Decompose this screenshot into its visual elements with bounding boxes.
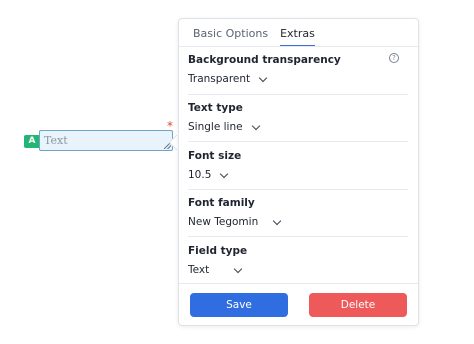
chevron-down-icon (220, 169, 229, 178)
chevron-down-icon (272, 216, 282, 225)
font-size-label: Font size (188, 150, 242, 162)
text-type-select[interactable]: Single line (188, 120, 408, 134)
chevron-down-icon (258, 73, 268, 82)
panel-tabs: Basic Options Extras (193, 27, 315, 47)
chevron-down-icon (251, 121, 260, 130)
font-family-value: New Tegomin (188, 216, 259, 228)
tab-extras[interactable]: Extras (280, 27, 315, 47)
background-transparency-select[interactable]: Transparent (188, 72, 408, 86)
field-badge: A (24, 135, 40, 148)
tabs-divider (179, 46, 418, 47)
section-divider (188, 141, 408, 142)
font-size-section: Font size 10.5 (188, 149, 408, 182)
section-divider (188, 94, 408, 95)
footer-divider (179, 283, 418, 284)
section-divider (188, 189, 408, 190)
field-properties-panel: Basic Options Extras Background transpar… (178, 18, 419, 326)
text-type-label: Text type (188, 102, 243, 114)
font-size-value: 10.5 (188, 169, 212, 181)
field-type-label: Field type (188, 245, 248, 257)
font-size-select[interactable]: 10.5 (188, 168, 408, 182)
field-type-value: Text (188, 264, 210, 276)
background-transparency-section: Background transparency ? Transparent (188, 53, 408, 86)
required-indicator: * (167, 119, 173, 133)
help-circle-icon[interactable]: ? (389, 53, 399, 63)
section-divider (188, 236, 408, 237)
text-type-section: Text type Single line (188, 101, 408, 134)
text-field-placeholder: Text (44, 134, 68, 147)
chevron-down-icon (234, 264, 243, 273)
font-family-section: Font family New Tegomin (188, 196, 408, 229)
field-type-select[interactable]: Text (188, 263, 408, 277)
font-family-label: Font family (188, 197, 255, 209)
background-transparency-label: Background transparency (188, 54, 341, 66)
save-button[interactable]: Save (190, 293, 288, 317)
delete-button[interactable]: Delete (309, 293, 407, 317)
field-type-section: Field type Text (188, 244, 408, 277)
text-type-value: Single line (188, 121, 243, 133)
tab-basic-options[interactable]: Basic Options (193, 27, 268, 47)
text-field-input[interactable]: Text (39, 130, 173, 151)
background-transparency-value: Transparent (188, 73, 251, 85)
font-family-select[interactable]: New Tegomin (188, 215, 408, 229)
